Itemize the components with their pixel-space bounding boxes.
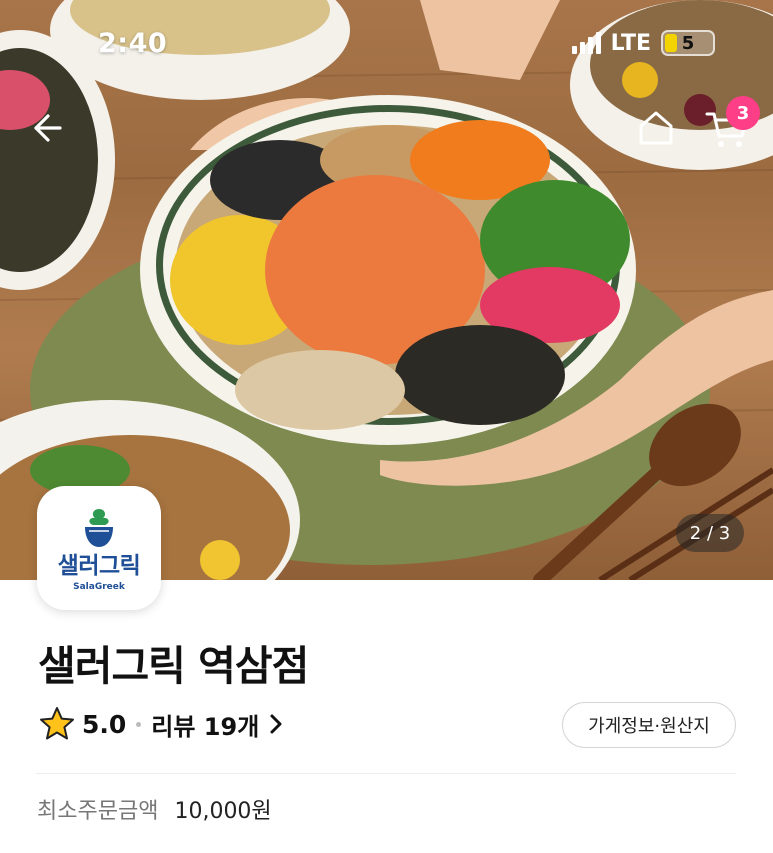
separator-dot — [136, 721, 142, 727]
star-icon — [40, 707, 74, 740]
arrow-left-icon — [34, 114, 62, 142]
min-order-value: 10,000원 — [174, 799, 272, 824]
battery-icon: 5 — [661, 30, 715, 56]
home-button[interactable] — [636, 108, 676, 148]
section-divider — [36, 773, 736, 774]
rating-value: 5.0 — [82, 709, 127, 739]
salad-bowl-logo-icon — [85, 508, 113, 547]
status-time: 2:40 — [98, 28, 168, 59]
store-name: 샐러그릭 역삼점 — [38, 642, 309, 690]
status-indicators: LTE 5 — [571, 30, 715, 56]
store-info-origin-button[interactable]: 가게정보·원산지 — [562, 702, 736, 748]
review-count-label: 리뷰 19개 — [151, 712, 260, 741]
battery-level: 5 — [681, 32, 695, 54]
network-type: LTE — [610, 30, 651, 56]
review-link[interactable]: 리뷰 19개 — [151, 707, 285, 742]
min-order-row: 최소주문금액 10,000원 — [37, 793, 272, 825]
cart-count-badge: 3 — [726, 96, 760, 130]
logo-text-en: SalaGreek — [73, 581, 125, 592]
chevron-right-icon — [270, 714, 282, 734]
photo-page-indicator: 2 / 3 — [676, 514, 744, 552]
min-order-label: 최소주문금액 — [37, 799, 159, 824]
back-button[interactable] — [28, 110, 64, 146]
logo-text-kr: 샐러그릭 — [57, 552, 141, 579]
rating-row: 5.0 리뷰 19개 — [38, 702, 285, 746]
home-icon — [639, 111, 673, 145]
store-logo: 샐러그릭 SalaGreek — [37, 486, 161, 610]
signal-icon — [571, 32, 601, 54]
